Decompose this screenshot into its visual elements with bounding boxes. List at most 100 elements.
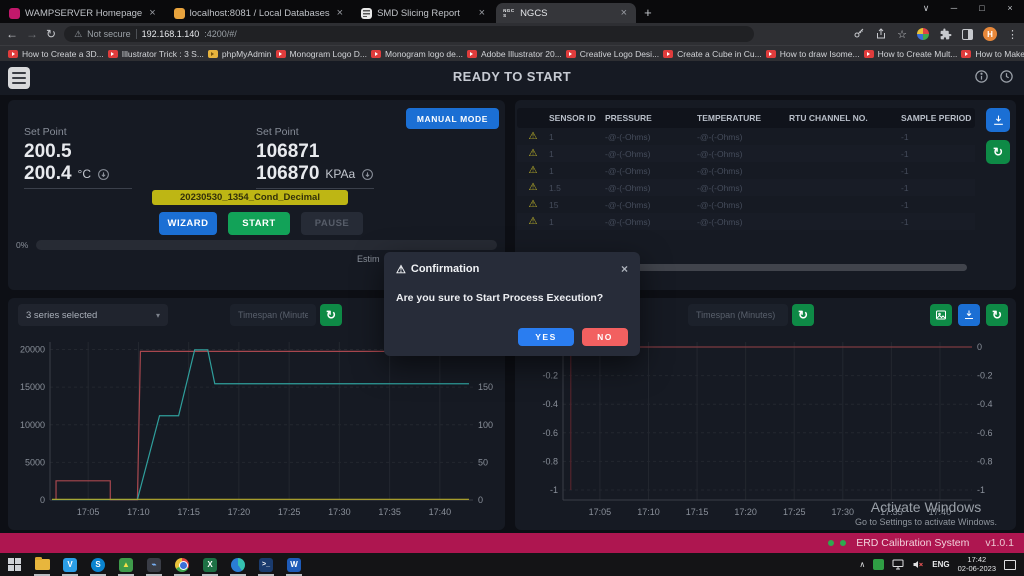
split-screen-extension-icon[interactable] <box>962 29 973 40</box>
minimize-button[interactable]: ─ <box>940 0 968 16</box>
reload-icon[interactable]: ↻ <box>46 28 56 40</box>
bookmark-item[interactable]: Creative Logo Desi... <box>566 49 659 59</box>
bookmarks-bar: How to Create a 3D... Illustrator Trick … <box>0 45 1024 61</box>
taskbar-photos[interactable]: ▲ <box>112 553 140 576</box>
info-icon[interactable] <box>974 69 989 84</box>
table-row[interactable]: ⚠ 1.5 -@-(-Ohms) -@-(-Ohms) -1 <box>517 179 975 196</box>
vscode-icon: V <box>63 558 77 572</box>
extensions-puzzle-icon[interactable] <box>939 28 952 41</box>
tab-close-icon[interactable]: × <box>477 8 487 19</box>
start-button[interactable] <box>0 553 28 576</box>
bookmark-item[interactable]: phpMyAdmin <box>208 49 272 59</box>
bookmark-item[interactable]: How to Create a 3D... <box>8 49 104 59</box>
tray-expand-icon[interactable]: ∧ <box>859 560 865 569</box>
table-row[interactable]: ⚠ 1 -@-(-Ohms) -@-(-Ohms) -1 <box>517 213 975 230</box>
bookmark-item[interactable]: How to draw Isome... <box>766 49 860 59</box>
tab-search-icon[interactable]: ∨ <box>912 0 940 16</box>
taskbar-skype[interactable]: S <box>84 553 112 576</box>
network-display-icon[interactable] <box>892 559 904 570</box>
taskbar-excel[interactable]: X <box>196 553 224 576</box>
left-chart-plot: 17:0517:1017:1517:2017:2517:3017:3517:40… <box>12 334 501 524</box>
profile-avatar[interactable]: H <box>983 27 997 41</box>
taskbar-edge[interactable] <box>224 553 252 576</box>
share-icon[interactable] <box>875 28 887 40</box>
table-download-button[interactable] <box>986 108 1010 132</box>
tab-ngcs-active[interactable]: NGCS NGCS × <box>496 3 636 23</box>
tray-app-icon[interactable] <box>873 559 884 570</box>
close-button[interactable]: × <box>996 0 1024 16</box>
wamp-favicon-icon <box>174 8 185 19</box>
tab-localhost[interactable]: localhost:8081 / Local Databases × <box>167 3 352 23</box>
temperature-insert-icon[interactable] <box>97 168 110 181</box>
bookmark-item[interactable]: Illustrator Trick : 3 S... <box>108 49 204 59</box>
table-row[interactable]: ⚠ 15 -@-(-Ohms) -@-(-Ohms) -1 <box>517 196 975 213</box>
tab-close-icon[interactable]: × <box>335 8 345 19</box>
table-row[interactable]: ⚠ 1 -@-(-Ohms) -@-(-Ohms) -1 <box>517 145 975 162</box>
maximize-button[interactable]: □ <box>968 0 996 16</box>
chart-refresh-button[interactable]: ↻ <box>986 304 1008 326</box>
manual-mode-button[interactable]: MANUAL MODE <box>406 108 499 129</box>
taskbar-clock[interactable]: 17:42 02-06-2023 <box>958 556 996 573</box>
language-indicator[interactable]: ENG <box>932 560 949 569</box>
back-icon[interactable]: ← <box>6 28 18 40</box>
tab-wampserver[interactable]: WAMPSERVER Homepage × <box>2 3 165 23</box>
svg-text:17:10: 17:10 <box>637 507 660 517</box>
dialog-close-icon[interactable]: × <box>621 262 628 276</box>
color-extension-icon[interactable] <box>917 28 929 40</box>
table-row[interactable]: ⚠ 1 -@-(-Ohms) -@-(-Ohms) -1 <box>517 162 975 179</box>
tab-close-icon[interactable]: × <box>619 8 629 19</box>
chart-download-button[interactable] <box>958 304 980 326</box>
bookmark-item[interactable]: Adobe Illustrator 20... <box>467 49 562 59</box>
url-field[interactable]: ⚠ Not secure 192.168.1.140 :4200/#/ <box>64 26 754 42</box>
taskbar-dev-app[interactable]: ⌁ <box>140 553 168 576</box>
series-select-label: 3 series selected <box>26 310 97 321</box>
taskbar-chrome[interactable] <box>168 553 196 576</box>
no-button[interactable]: NO <box>582 328 628 346</box>
chart-snapshot-button[interactable] <box>930 304 952 326</box>
start-button[interactable]: START <box>228 212 290 235</box>
cell-temperature: -@-(-Ohms) <box>697 166 789 176</box>
table-refresh-button[interactable]: ↻ <box>986 140 1010 164</box>
tab-close-icon[interactable]: × <box>147 8 157 19</box>
password-key-icon[interactable] <box>853 28 865 40</box>
cell-temperature: -@-(-Ohms) <box>697 183 789 193</box>
notification-center-icon[interactable] <box>1004 560 1016 570</box>
chart-refresh-button[interactable]: ↻ <box>792 304 814 326</box>
wizard-button[interactable]: WIZARD <box>159 212 217 235</box>
setpoint-label: Set Point <box>24 126 132 138</box>
cell-sensor-id: 1 <box>549 149 605 159</box>
forward-icon[interactable]: → <box>26 28 38 40</box>
chart-refresh-button[interactable]: ↻ <box>320 304 342 326</box>
svg-text:-0.2: -0.2 <box>542 371 558 381</box>
bookmark-label: phpMyAdmin <box>222 49 272 59</box>
svg-text:15000: 15000 <box>20 382 45 392</box>
timespan-input[interactable] <box>688 304 788 326</box>
tab-smd-report[interactable]: SMD Slicing Report × <box>354 3 494 23</box>
pause-button[interactable]: PAUSE <box>301 212 363 235</box>
table-horizontal-scrollbar[interactable] <box>633 264 967 271</box>
taskbar-file-explorer[interactable] <box>28 553 56 576</box>
speaker-muted-icon[interactable] <box>912 559 924 570</box>
bookmark-item[interactable]: How to Make Multi... <box>961 49 1024 59</box>
browser-menu-icon[interactable]: ⋮ <box>1007 28 1018 41</box>
bookmark-item[interactable]: Monogram logo de... <box>371 49 463 59</box>
bookmark-item[interactable]: Monogram Logo D... <box>276 49 367 59</box>
warning-icon: ⚠ <box>517 216 549 227</box>
taskbar-word[interactable]: W <box>280 553 308 576</box>
new-tab-button[interactable]: + <box>644 5 652 20</box>
bookmark-star-icon[interactable]: ☆ <box>897 28 907 41</box>
powershell-icon: >_ <box>259 558 273 572</box>
table-row[interactable]: ⚠ 1 -@-(-Ohms) -@-(-Ohms) -1 <box>517 128 975 145</box>
taskbar-powershell[interactable]: >_ <box>252 553 280 576</box>
series-select[interactable]: 3 series selected ▾ <box>18 304 168 326</box>
timespan-input[interactable] <box>230 304 316 326</box>
col-temperature: TEMPERATURE <box>697 113 789 123</box>
bookmark-item[interactable]: How to Create Mult... <box>864 49 958 59</box>
bookmark-item[interactable]: Create a Cube in Cu... <box>663 49 762 59</box>
warning-icon: ⚠ <box>517 148 549 159</box>
pressure-insert-icon[interactable] <box>361 168 374 181</box>
taskbar-vscode[interactable]: V <box>56 553 84 576</box>
history-clock-icon[interactable] <box>999 69 1014 84</box>
yes-button[interactable]: YES <box>518 328 574 346</box>
youtube-icon <box>371 50 381 58</box>
